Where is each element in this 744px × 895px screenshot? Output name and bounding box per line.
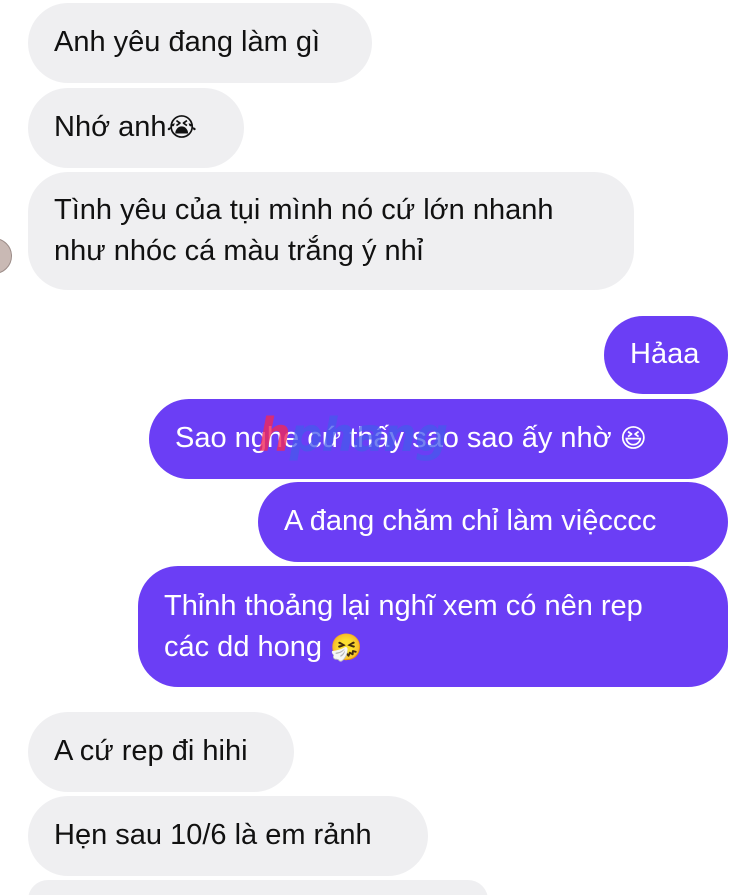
message-text: Sao nghe cứ thấy sao sao ấy nhờ <box>175 422 620 454</box>
message-text: Hảaa <box>630 338 700 370</box>
message-bubble-sent[interactable]: Hảaa <box>604 316 728 394</box>
message-bubble-sent[interactable]: Thỉnh thoảng lại nghĩ xem có nên rep các… <box>138 566 728 687</box>
message-bubble-received[interactable]: Hẹn sau 10/6 là em rảnh <box>28 796 428 876</box>
message-bubble-received[interactable]: Nhớ anh😭 <box>28 88 244 168</box>
message-bubble-received[interactable]: A cứ rep đi hihi <box>28 712 294 792</box>
sneezing-face-emoji-icon: 🤧 <box>330 633 363 663</box>
message-text: Nhớ anh <box>54 111 167 143</box>
message-text: A đang chăm chỉ làm việcccc <box>284 505 657 537</box>
message-text-line: Tình yêu của tụi mình nó cứ lớn nhanh <box>54 194 554 226</box>
message-text-line: như nhóc cá màu trắng ý nhỉ <box>54 235 424 267</box>
laughing-face-emoji-icon: 😆 <box>619 424 647 454</box>
message-bubble-sent[interactable]: A đang chăm chỉ làm việcccc <box>258 482 728 562</box>
partial-message-bubble <box>28 880 488 895</box>
message-text-line: Thỉnh thoảng lại nghĩ xem có nên rep <box>164 590 643 622</box>
message-text: Anh yêu đang làm gì <box>54 26 321 58</box>
message-bubble-received[interactable]: Tình yêu của tụi mình nó cứ lớn nhanh nh… <box>28 172 634 290</box>
message-text-line: các dd hong <box>164 631 331 663</box>
message-bubble-received[interactable]: Anh yêu đang làm gì <box>28 3 372 83</box>
contact-avatar[interactable] <box>0 238 12 274</box>
chat-thread: Anh yêu đang làm gì Nhớ anh😭 Tình yêu củ… <box>0 0 744 895</box>
message-text: Hẹn sau 10/6 là em rảnh <box>54 819 372 851</box>
message-bubble-sent[interactable]: Sao nghe cứ thấy sao sao ấy nhờ 😆 <box>149 399 728 479</box>
crying-face-emoji-icon: 😭 <box>166 113 197 143</box>
message-text: A cứ rep đi hihi <box>54 735 248 767</box>
